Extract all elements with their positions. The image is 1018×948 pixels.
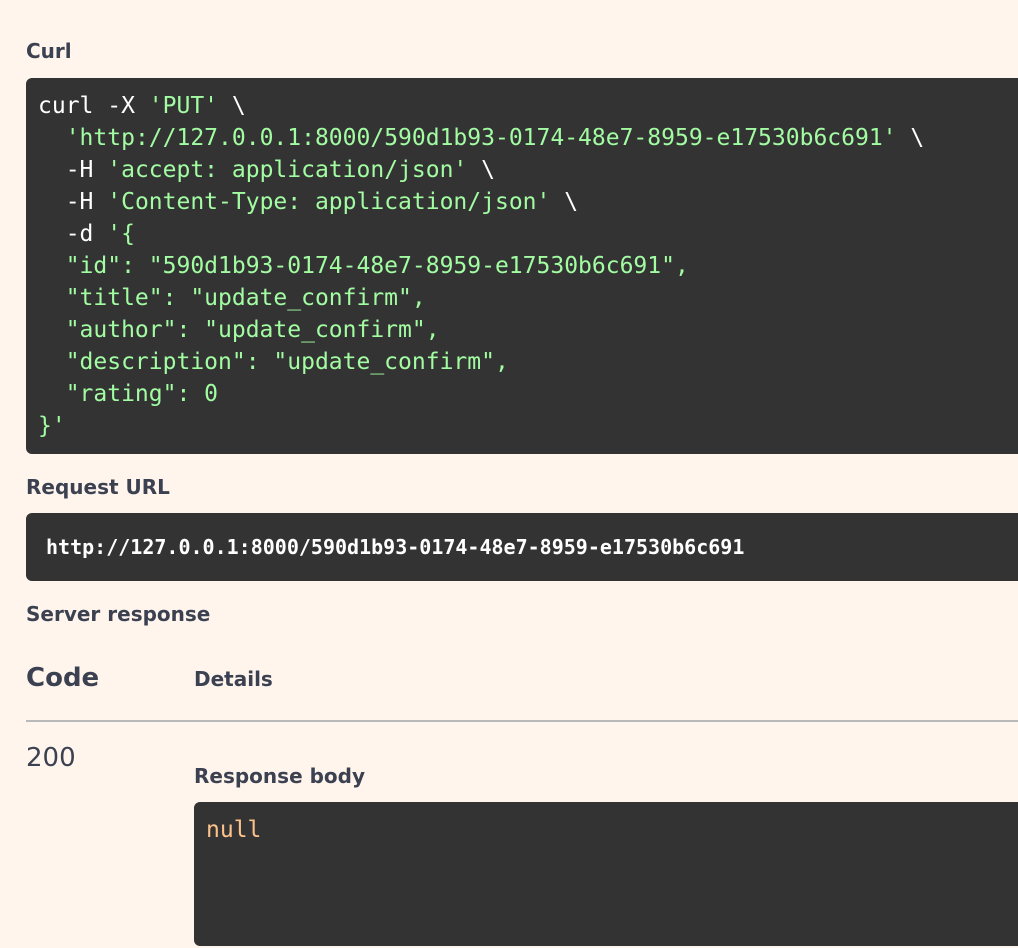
curl-line: "rating": 0 (38, 378, 1018, 410)
curl-string-token: 'PUT' (148, 93, 219, 119)
response-body-value: null (206, 817, 262, 843)
curl-string-token: "rating": 0 (38, 381, 219, 407)
curl-plain-token: -H (38, 189, 108, 215)
request-url-block[interactable]: http://127.0.0.1:8000/590d1b93-0174-48e7… (26, 513, 1018, 581)
curl-plain-token: \ (896, 125, 925, 151)
curl-plain-token (38, 125, 66, 151)
column-header-details: Details (194, 667, 273, 691)
curl-plain-token: \ (550, 189, 579, 215)
curl-string-token: 'http://127.0.0.1:8000/590d1b93-0174-48e… (65, 125, 897, 151)
response-status-code: 200 (26, 743, 76, 773)
curl-plain-token: -d (38, 221, 108, 247)
curl-string-token: }' (38, 413, 66, 439)
curl-line: "id": "590d1b93-0174-48e7-8959-e17530b6c… (38, 250, 1018, 282)
request-url-value: http://127.0.0.1:8000/590d1b93-0174-48e7… (46, 535, 745, 559)
curl-string-token: "description": "update_confirm", (38, 349, 509, 375)
curl-string-token: "id": "590d1b93-0174-48e7-8959-e17530b6c… (38, 253, 689, 279)
column-header-code: Code (26, 663, 100, 693)
curl-plain-token: curl -X (38, 93, 149, 119)
table-divider (26, 720, 1018, 722)
curl-line: -d '{ (38, 218, 1018, 250)
curl-plain-token: -H (38, 157, 108, 183)
server-response-label: Server response (26, 602, 211, 626)
curl-line: -H 'accept: application/json' \ (38, 154, 1018, 186)
curl-string-token: '{ (107, 221, 135, 247)
curl-line: "author": "update_confirm", (38, 314, 1018, 346)
curl-string-token: 'accept: application/json' (107, 157, 468, 183)
curl-string-token: "title": "update_confirm", (38, 285, 426, 311)
curl-line: -H 'Content-Type: application/json' \ (38, 186, 1018, 218)
curl-line: }' (38, 410, 1018, 442)
curl-line: "description": "update_confirm", (38, 346, 1018, 378)
curl-code-block[interactable]: curl -X 'PUT' \ 'http://127.0.0.1:8000/5… (26, 78, 1018, 454)
curl-plain-token: \ (218, 93, 246, 119)
curl-line: "title": "update_confirm", (38, 282, 1018, 314)
curl-string-token: "author": "update_confirm", (38, 317, 440, 343)
curl-command: curl -X 'PUT' \ 'http://127.0.0.1:8000/5… (38, 90, 1018, 442)
response-body-block[interactable]: null (194, 802, 1018, 946)
request-url-label: Request URL (26, 475, 170, 499)
curl-label: Curl (26, 39, 72, 63)
response-body-label: Response body (194, 764, 366, 788)
curl-string-token: 'Content-Type: application/json' (107, 189, 551, 215)
curl-line: 'http://127.0.0.1:8000/590d1b93-0174-48e… (38, 122, 1018, 154)
curl-line: curl -X 'PUT' \ (38, 90, 1018, 122)
curl-plain-token: \ (467, 157, 495, 183)
